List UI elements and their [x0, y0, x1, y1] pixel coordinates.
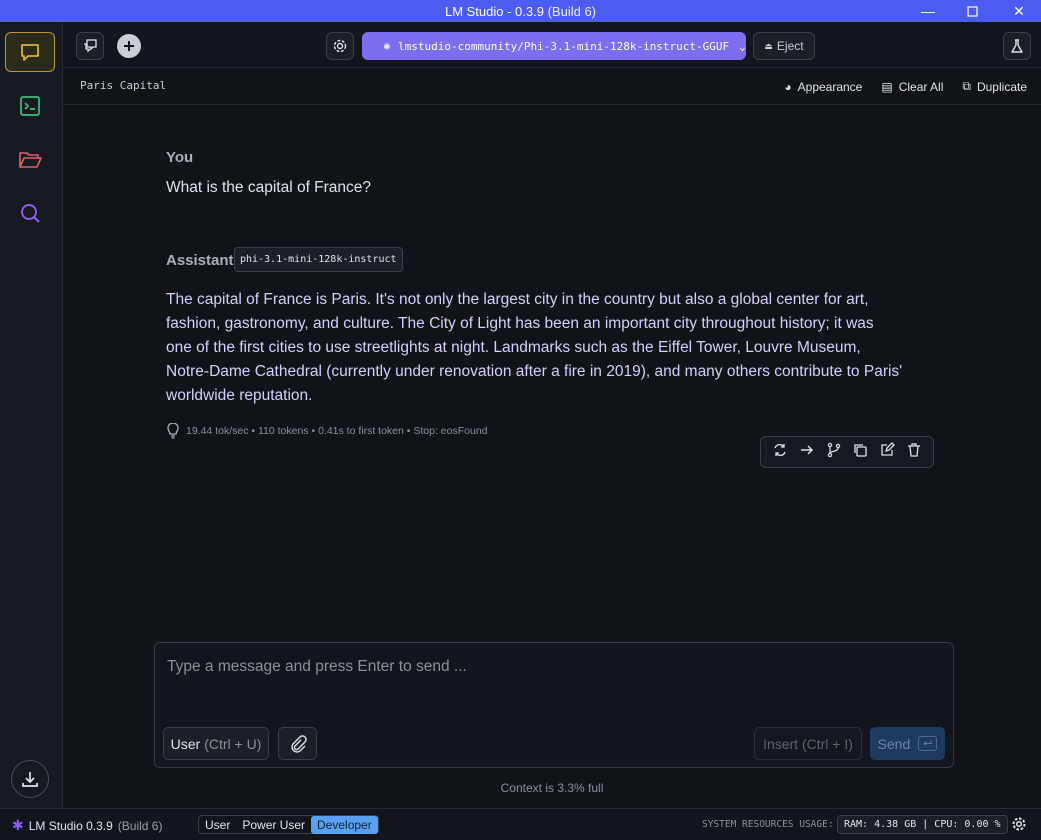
eject-label: Eject: [776, 39, 804, 53]
chats-icon: [84, 39, 97, 53]
sidebar: [0, 22, 63, 808]
search-icon: [21, 204, 40, 223]
assistant-message: The capital of France is Paris. It's not…: [166, 288, 956, 408]
generation-stats: 19.44 tok/sec • 110 tokens • 0.41s to fi…: [166, 423, 488, 439]
mode-developer[interactable]: Developer: [311, 815, 378, 834]
assistant-role-label: Assistant: [166, 252, 234, 269]
minimize-icon[interactable]: —: [906, 0, 950, 22]
chevron-down-icon: ⌄: [739, 39, 746, 53]
resources-label: SYSTEM RESOURCES USAGE:: [702, 819, 834, 830]
close-icon[interactable]: ✕: [997, 0, 1041, 22]
insert-button[interactable]: Insert (Ctrl + I): [754, 727, 862, 760]
chat-nav-button[interactable]: [5, 32, 55, 72]
assistant-line: Notre-Dame Cathedral (currently under re…: [166, 363, 903, 380]
clear-all-label: Clear All: [898, 79, 944, 94]
assistant-line: one of the first cities to use streetlig…: [166, 339, 861, 356]
plus-icon: [124, 41, 134, 51]
new-chat-button[interactable]: [117, 34, 141, 58]
eject-button[interactable]: ⏏ Eject: [753, 32, 815, 60]
mode-user[interactable]: User: [199, 816, 236, 834]
enter-key-icon: ↩: [918, 736, 938, 751]
edit-icon[interactable]: [879, 441, 895, 463]
eject-icon: ⏏: [764, 40, 773, 51]
branch-icon[interactable]: [826, 442, 842, 463]
chat-title[interactable]: Paris Capital: [80, 79, 166, 92]
stats-text: 19.44 tok/sec • 110 tokens • 0.41s to fi…: [186, 425, 488, 437]
discover-nav-button[interactable]: [5, 193, 55, 233]
assistant-line: The capital of France is Paris. It's not…: [166, 291, 869, 308]
paperclip-icon: [290, 734, 307, 753]
duplicate-label: Duplicate: [976, 79, 1027, 94]
status-bar: ✱ LM Studio 0.3.9 (Build 6) User Power U…: [0, 808, 1041, 840]
flask-icon: [1011, 39, 1023, 53]
title-bar: LM Studio - 0.3.9 (Build 6) — ✕: [0, 0, 1041, 22]
regenerate-icon[interactable]: [772, 442, 788, 463]
assistant-line: fashion, gastronomy, and culture. The Ci…: [166, 315, 874, 332]
delete-icon[interactable]: [906, 442, 922, 463]
chats-button[interactable]: [76, 32, 104, 60]
lightbulb-icon: [167, 423, 179, 439]
copy-icon[interactable]: [852, 442, 868, 463]
chat-actions: ◕ Appearance ▤ Clear All ⧉ Duplicate: [784, 79, 1027, 94]
mode-switcher: User Power User Developer: [198, 815, 379, 834]
app-name: LM Studio 0.3.9: [28, 818, 113, 833]
message-input[interactable]: Type a message and press Enter to send .…: [167, 658, 467, 676]
chat-icon: [21, 44, 39, 61]
duplicate-button[interactable]: ⧉ Duplicate: [962, 79, 1027, 94]
chat-header: Paris Capital ◕ Appearance ▤ Clear All ⧉ Du…: [63, 68, 1041, 105]
eye-icon: ◉: [384, 40, 391, 52]
my-models-nav-button[interactable]: [5, 139, 55, 179]
top-bar: ◉ lmstudio-community/Phi-3.1-mini-128k-i…: [63, 22, 1041, 68]
role-toggle-button[interactable]: User (Ctrl + U): [163, 727, 269, 760]
window-title: LM Studio - 0.3.9 (Build 6): [444, 3, 597, 19]
terminal-icon: [20, 96, 40, 116]
role-shortcut: (Ctrl + U): [204, 735, 262, 752]
developer-nav-button[interactable]: [5, 86, 55, 126]
maximize-icon[interactable]: [950, 0, 994, 22]
attach-button[interactable]: [278, 727, 317, 760]
app-version: ✱ LM Studio 0.3.9 (Build 6): [12, 817, 162, 834]
send-button[interactable]: Send ↩: [870, 727, 945, 760]
mode-power-user[interactable]: Power User: [236, 816, 311, 834]
assistant-model-tag: phi-3.1-mini-128k-instruct: [234, 247, 403, 272]
gear-icon: [1012, 817, 1026, 831]
user-message: What is the capital of France?: [166, 179, 372, 196]
context-usage: Context is 3.3% full: [500, 781, 604, 795]
experiments-button[interactable]: [1003, 32, 1031, 60]
appearance-button[interactable]: ◕ Appearance: [784, 79, 862, 94]
duplicate-icon: ⧉: [962, 79, 971, 93]
role-label: User: [170, 735, 201, 752]
app-build: (Build 6): [117, 818, 163, 833]
gear-icon: [333, 39, 347, 53]
message-toolbar: [760, 436, 934, 468]
clear-all-button[interactable]: ▤ Clear All: [881, 79, 943, 94]
resources-usage[interactable]: RAM: 4.38 GB | CPU: 0.00 %: [837, 815, 1008, 834]
send-label: Send: [877, 735, 911, 752]
appearance-label: Appearance: [797, 79, 863, 94]
continue-icon[interactable]: [799, 442, 815, 463]
user-role-label: You: [166, 149, 194, 166]
model-selector[interactable]: ◉ lmstudio-community/Phi-3.1-mini-128k-i…: [362, 32, 746, 60]
settings-button[interactable]: [326, 32, 354, 60]
model-name: lmstudio-community/Phi-3.1-mini-128k-ins…: [398, 39, 730, 53]
message-composer[interactable]: Type a message and press Enter to send .…: [154, 642, 954, 768]
status-settings-button[interactable]: [1011, 816, 1027, 835]
assistant-line: worldwide reputation.: [166, 387, 313, 404]
palette-icon: ◕: [784, 79, 792, 94]
clear-icon: ▤: [881, 79, 893, 94]
lmstudio-logo-icon: ✱: [12, 817, 24, 833]
folder-icon: [19, 152, 42, 168]
